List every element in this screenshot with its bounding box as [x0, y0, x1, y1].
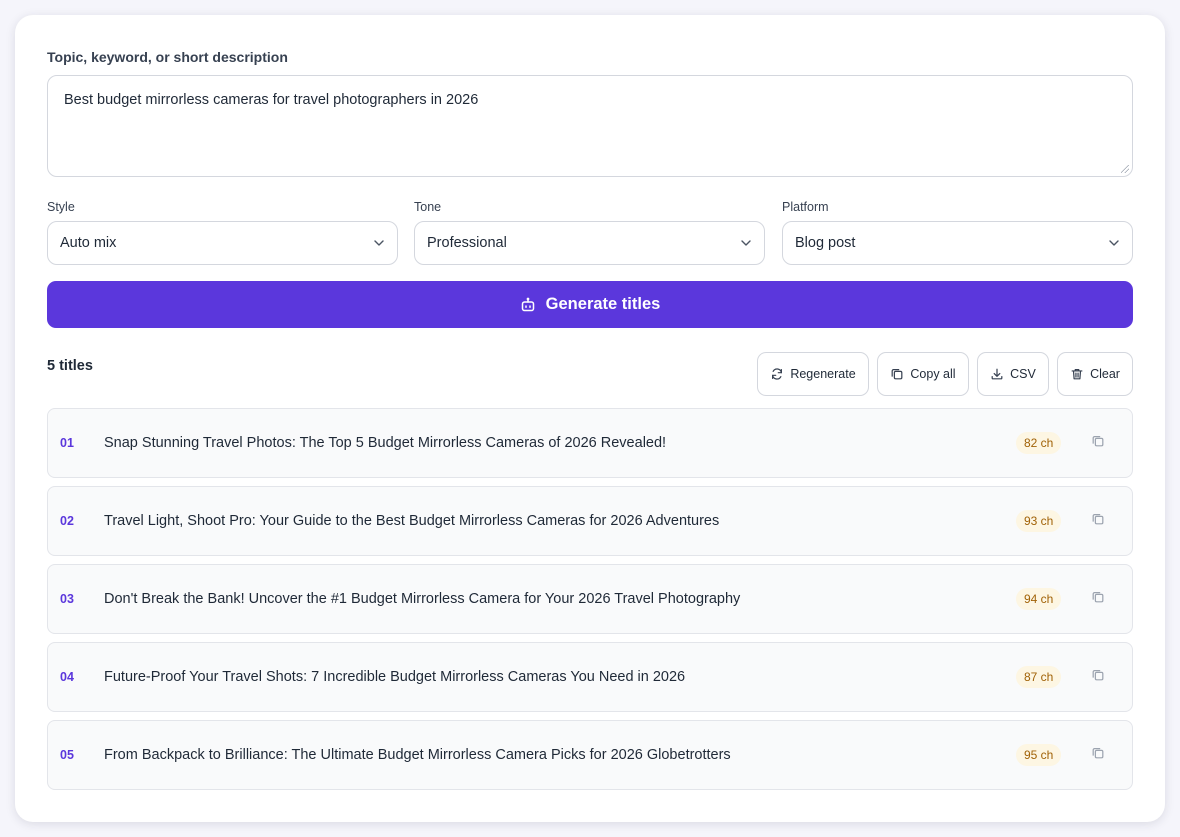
copy-all-label: Copy all — [910, 367, 956, 381]
platform-select-value: Blog post — [795, 235, 856, 251]
csv-label: CSV — [1010, 367, 1036, 381]
topic-label: Topic, keyword, or short description — [47, 49, 288, 65]
title-row[interactable]: 05 From Backpack to Brilliance: The Ulti… — [47, 720, 1133, 790]
platform-label: Platform — [782, 200, 829, 214]
title-row[interactable]: 01 Snap Stunning Travel Photos: The Top … — [47, 408, 1133, 478]
char-count-badge: 87 ch — [1016, 666, 1062, 688]
title-row[interactable]: 02 Travel Light, Shoot Pro: Your Guide t… — [47, 486, 1133, 556]
char-count-badge: 93 ch — [1016, 510, 1062, 532]
copy-all-button[interactable]: Copy all — [877, 352, 969, 396]
download-icon — [990, 367, 1004, 381]
topic-input-value: Best budget mirrorless cameras for trave… — [64, 92, 479, 108]
copy-icon[interactable] — [1090, 433, 1106, 449]
row-number: 03 — [60, 592, 74, 606]
title-generator-card: Topic, keyword, or short description Bes… — [15, 15, 1165, 822]
row-number: 02 — [60, 514, 74, 528]
row-title: Travel Light, Shoot Pro: Your Guide to t… — [104, 513, 720, 529]
resize-grip-icon[interactable] — [1121, 165, 1129, 173]
row-title: Don't Break the Bank! Uncover the #1 Bud… — [104, 591, 741, 607]
style-select-value: Auto mix — [60, 235, 117, 251]
regenerate-label: Regenerate — [790, 367, 856, 381]
chevron-down-icon — [373, 237, 385, 249]
clear-button[interactable]: Clear — [1057, 352, 1133, 396]
trash-icon — [1070, 367, 1084, 381]
results-count: 5 titles — [47, 358, 93, 374]
copy-icon — [890, 367, 904, 381]
copy-icon[interactable] — [1090, 667, 1106, 683]
copy-icon[interactable] — [1090, 745, 1106, 761]
platform-select[interactable]: Blog post — [782, 221, 1133, 265]
tone-select-value: Professional — [427, 235, 507, 251]
clear-label: Clear — [1090, 367, 1120, 381]
tone-label: Tone — [414, 200, 442, 214]
csv-button[interactable]: CSV — [977, 352, 1049, 396]
copy-icon[interactable] — [1090, 511, 1106, 527]
tone-select[interactable]: Professional — [414, 221, 765, 265]
char-count-badge: 82 ch — [1016, 432, 1062, 454]
chevron-down-icon — [740, 237, 752, 249]
row-title: From Backpack to Brilliance: The Ultimat… — [104, 747, 731, 763]
row-title: Future-Proof Your Travel Shots: 7 Incred… — [104, 669, 686, 685]
generate-titles-label: Generate titles — [545, 295, 661, 313]
chevron-down-icon — [1108, 237, 1120, 249]
row-number: 01 — [60, 436, 74, 450]
row-number: 05 — [60, 748, 74, 762]
copy-icon[interactable] — [1090, 589, 1106, 605]
topic-input[interactable]: Best budget mirrorless cameras for trave… — [47, 75, 1133, 177]
char-count-badge: 95 ch — [1016, 744, 1062, 766]
generate-titles-button[interactable]: Generate titles — [47, 281, 1133, 328]
regenerate-button[interactable]: Regenerate — [757, 352, 869, 396]
robot-icon — [520, 297, 536, 313]
title-row[interactable]: 03 Don't Break the Bank! Uncover the #1 … — [47, 564, 1133, 634]
style-label: Style — [47, 200, 75, 214]
char-count-badge: 94 ch — [1016, 588, 1062, 610]
title-row[interactable]: 04 Future-Proof Your Travel Shots: 7 Inc… — [47, 642, 1133, 712]
refresh-icon — [770, 367, 784, 381]
row-title: Snap Stunning Travel Photos: The Top 5 B… — [104, 435, 667, 451]
style-select[interactable]: Auto mix — [47, 221, 398, 265]
row-number: 04 — [60, 670, 74, 684]
